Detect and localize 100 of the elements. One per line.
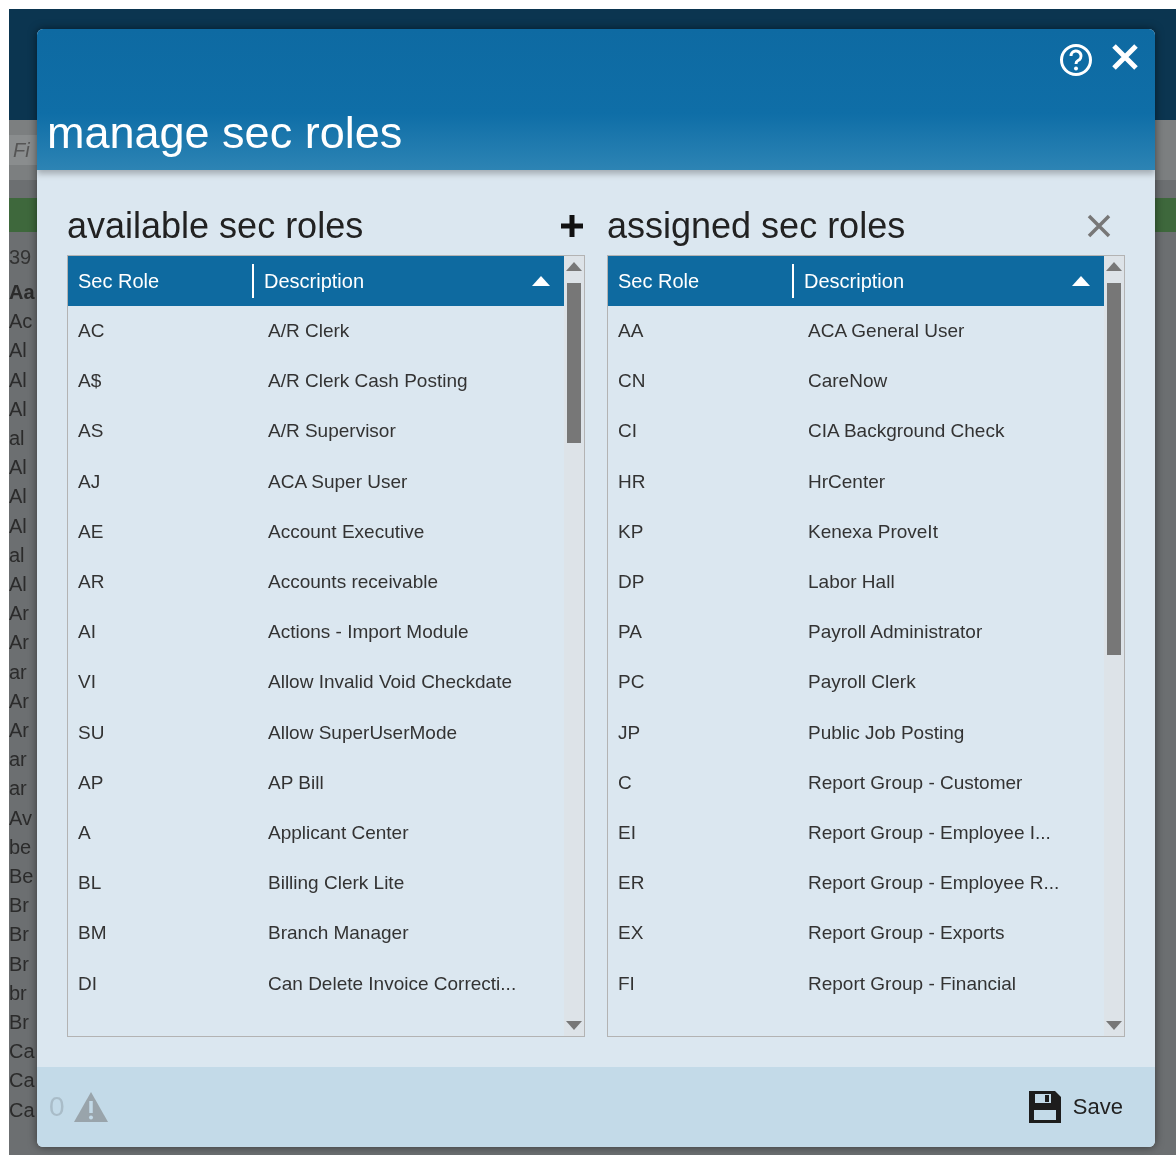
table-cell-text: Payroll Administrator: [807, 621, 984, 644]
table-cell-text: CareNow: [807, 370, 889, 393]
table-cell-text: DI: [77, 972, 98, 995]
table-row[interactable]: FI Report Group - Financial: [608, 958, 1104, 1009]
table-cell-text: Billing Clerk Lite: [267, 872, 406, 895]
table-row[interactable]: AJ ACA Super User: [68, 456, 564, 507]
add-button[interactable]: [559, 213, 585, 239]
panel-title: available sec roles: [67, 205, 364, 247]
table-cell-text: A/R Clerk: [267, 320, 351, 343]
table-cell-text: CIA Background Check: [807, 420, 1006, 443]
table-cell-text: AJ: [77, 470, 102, 493]
table-row[interactable]: VI Allow Invalid Void Checkdate: [68, 657, 564, 708]
table-row[interactable]: PA Payroll Administrator: [608, 607, 1104, 658]
table-row[interactable]: ER Report Group - Employee R...: [608, 858, 1104, 909]
table-cell-text: Actions - Import Module: [267, 621, 470, 644]
table-cell-text: A/R Supervisor: [267, 420, 397, 443]
table-cell-text: AS: [77, 420, 105, 443]
panel-title: assigned sec roles: [607, 205, 906, 247]
scroll-up-icon[interactable]: [1106, 262, 1122, 271]
table-cell-text: AP: [77, 771, 105, 794]
record-count: 39: [9, 245, 33, 270]
table-row[interactable]: SU Allow SuperUserMode: [68, 707, 564, 758]
table-cell-text: SU: [77, 721, 106, 744]
table-row[interactable]: C Report Group - Customer: [608, 757, 1104, 808]
table-cell-text: CN: [617, 370, 647, 393]
table-row[interactable]: AI Actions - Import Module: [68, 607, 564, 658]
table-cell-text: EI: [617, 821, 637, 844]
table-cell-text: BM: [77, 922, 108, 945]
scroll-thumb[interactable]: [567, 283, 581, 443]
table-cell-text: VI: [77, 671, 97, 694]
table-cell-text: PA: [617, 621, 643, 644]
table-cell-text: AE: [77, 520, 105, 543]
table-row[interactable]: A Applicant Center: [68, 807, 564, 859]
table-cell-text: A: [77, 821, 92, 844]
column-header[interactable]: Sec Role: [608, 256, 792, 306]
table-cell-text: ACA General User: [807, 320, 966, 343]
table-row[interactable]: HR HrCenter: [608, 456, 1104, 507]
table-row[interactable]: CN CareNow: [608, 356, 1104, 407]
table-cell-text: Accounts receivable: [267, 571, 440, 594]
table-row[interactable]: EX Report Group - Exports: [608, 908, 1104, 959]
table-cell-text: A$: [77, 370, 103, 393]
sort-ascending-icon: [532, 276, 550, 286]
table-cell-text: PC: [617, 671, 646, 694]
scroll-up-icon[interactable]: [566, 262, 582, 271]
table-row[interactable]: AR Accounts receivable: [68, 556, 564, 608]
remove-button[interactable]: [1087, 214, 1111, 238]
table-cell-text: Labor Hall: [807, 571, 896, 594]
help-button[interactable]: [1059, 43, 1093, 77]
table-cell-text: Account Executive: [267, 520, 426, 543]
scrollbar[interactable]: [564, 256, 584, 1036]
table-cell-text: Report Group - Customer: [807, 771, 1024, 794]
table-cell-text: BL: [77, 872, 103, 895]
close-icon: [1087, 214, 1111, 238]
table-cell-text: Report Group - Exports: [807, 922, 1006, 945]
table-row[interactable]: EI Report Group - Employee I...: [608, 807, 1104, 859]
plus-icon: [559, 213, 585, 239]
table-cell-text: Applicant Center: [267, 821, 410, 844]
table-cell-text: ER: [617, 872, 646, 895]
table-row[interactable]: DP Labor Hall: [608, 556, 1104, 608]
table-cell-text: FI: [617, 972, 636, 995]
table-row[interactable]: AP AP Bill: [68, 757, 564, 808]
scroll-down-icon[interactable]: [1106, 1021, 1122, 1030]
column-header[interactable]: Sec Role: [68, 256, 252, 306]
table-cell-text: HR: [617, 470, 647, 493]
table-row[interactable]: AC A/R Clerk: [68, 306, 564, 357]
table-cell-text: DP: [617, 571, 646, 594]
table-cell-text: Can Delete Invoice Correcti...: [267, 972, 518, 995]
table-cell-text: ACA Super User: [267, 470, 409, 493]
table-row[interactable]: BL Billing Clerk Lite: [68, 858, 564, 909]
table-cell-text: EX: [617, 922, 645, 945]
save-button[interactable]: Save: [1026, 1089, 1123, 1125]
table-row[interactable]: JP Public Job Posting: [608, 707, 1104, 758]
table-cell-text: AA: [617, 320, 645, 343]
table-cell-text: KP: [617, 520, 645, 543]
table-row[interactable]: KP Kenexa ProveIt: [608, 506, 1104, 557]
table-row[interactable]: AE Account Executive: [68, 506, 564, 557]
sort-ascending-icon: [1072, 276, 1090, 286]
help-icon: [1059, 43, 1093, 77]
table-cell-text: AC: [77, 320, 106, 343]
table-cell-text: C: [617, 771, 633, 794]
table-cell-text: CI: [617, 420, 638, 443]
table-cell-text: AI: [77, 621, 97, 644]
table-cell-text: Branch Manager: [267, 922, 410, 945]
scroll-down-icon[interactable]: [566, 1021, 582, 1030]
table-row[interactable]: A$ A/R Clerk Cash Posting: [68, 356, 564, 407]
table-row[interactable]: CI CIA Background Check: [608, 406, 1104, 457]
scroll-thumb[interactable]: [1107, 283, 1121, 655]
table-row[interactable]: AA ACA General User: [608, 306, 1104, 357]
table-row[interactable]: BM Branch Manager: [68, 908, 564, 959]
table-row[interactable]: DI Can Delete Invoice Correcti...: [68, 958, 564, 1009]
table-cell-text: HrCenter: [807, 470, 887, 493]
table-cell-text: Allow SuperUserMode: [267, 721, 459, 744]
warning-icon[interactable]: [72, 1091, 109, 1123]
scrollbar[interactable]: [1104, 256, 1124, 1036]
table-row[interactable]: AS A/R Supervisor: [68, 406, 564, 457]
table-cell-text: Report Group - Employee I...: [807, 821, 1052, 844]
table-row[interactable]: PC Payroll Clerk: [608, 657, 1104, 708]
close-icon: [1111, 43, 1139, 71]
table-cell-text: JP: [617, 721, 642, 744]
table-cell-text: Allow Invalid Void Checkdate: [267, 671, 513, 694]
